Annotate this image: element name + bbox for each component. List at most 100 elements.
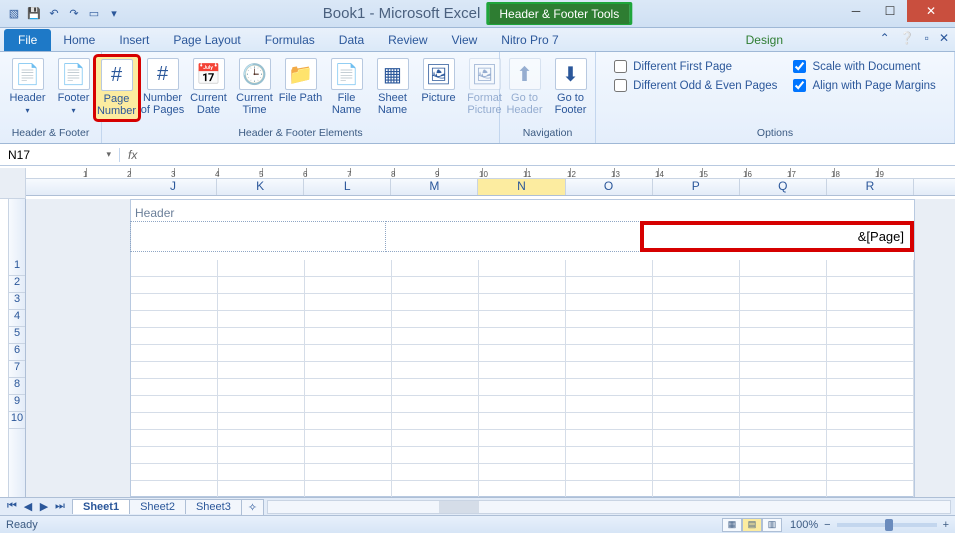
select-all-corner[interactable] [0, 168, 26, 199]
cell[interactable] [218, 345, 305, 362]
cell[interactable] [653, 481, 740, 497]
file-name-button[interactable]: 📄File Name [325, 56, 369, 118]
cell[interactable] [305, 481, 392, 497]
cell[interactable] [827, 464, 914, 481]
cell[interactable] [653, 345, 740, 362]
cell[interactable] [566, 396, 653, 413]
tab-formulas[interactable]: Formulas [253, 29, 327, 51]
row-header-9[interactable]: 9 [9, 395, 25, 412]
header-center-section[interactable] [385, 221, 641, 252]
cell[interactable] [827, 430, 914, 447]
row-header-4[interactable]: 4 [9, 310, 25, 327]
page-canvas[interactable]: Header &[Page] [26, 199, 955, 497]
cell[interactable] [566, 413, 653, 430]
row-header-6[interactable]: 6 [9, 344, 25, 361]
cell[interactable] [218, 447, 305, 464]
tab-design[interactable]: Design [734, 29, 795, 51]
cell[interactable] [566, 379, 653, 396]
sheet-tab-2[interactable]: Sheet2 [129, 499, 186, 514]
cell[interactable] [305, 379, 392, 396]
cell[interactable] [305, 294, 392, 311]
cell[interactable] [392, 345, 479, 362]
col-header-R[interactable]: R [827, 179, 914, 195]
cell[interactable] [305, 362, 392, 379]
cell[interactable] [392, 464, 479, 481]
check-different-first[interactable]: Different First Page [614, 60, 777, 73]
cell[interactable] [653, 464, 740, 481]
cell-grid[interactable] [131, 260, 914, 496]
cell[interactable] [479, 396, 566, 413]
col-header-Q[interactable]: Q [740, 179, 827, 195]
page-number-button[interactable]: #Page Number [95, 56, 139, 120]
cell[interactable] [392, 481, 479, 497]
cell[interactable] [479, 328, 566, 345]
row-header-7[interactable]: 7 [9, 361, 25, 378]
cell[interactable] [653, 362, 740, 379]
cell[interactable] [653, 430, 740, 447]
open-icon[interactable]: ▾ [106, 6, 122, 22]
sheet-name-button[interactable]: ▦Sheet Name [371, 56, 415, 118]
cell[interactable] [566, 430, 653, 447]
cell[interactable] [566, 328, 653, 345]
cell[interactable] [827, 311, 914, 328]
cell[interactable] [653, 294, 740, 311]
name-box[interactable]: N17▾ [0, 148, 120, 162]
help-icon[interactable]: ❔ [900, 31, 915, 45]
last-sheet-button[interactable]: ⏭ [52, 500, 68, 513]
tab-file[interactable]: File [4, 29, 51, 51]
cell[interactable] [566, 362, 653, 379]
cell[interactable] [479, 345, 566, 362]
cell[interactable] [479, 294, 566, 311]
col-header-N[interactable]: N [478, 179, 565, 195]
cell[interactable] [131, 362, 218, 379]
cell[interactable] [827, 345, 914, 362]
cell[interactable] [131, 379, 218, 396]
cell[interactable] [653, 260, 740, 277]
cell[interactable] [479, 260, 566, 277]
cell[interactable] [479, 413, 566, 430]
cell[interactable] [305, 277, 392, 294]
tab-review[interactable]: Review [376, 29, 439, 51]
cell[interactable] [566, 294, 653, 311]
save-icon[interactable]: 💾 [26, 6, 42, 22]
cell[interactable] [218, 396, 305, 413]
current-time-button[interactable]: 🕒Current Time [233, 56, 277, 118]
cell[interactable] [392, 362, 479, 379]
row-header-10[interactable]: 10 [9, 412, 25, 429]
cell[interactable] [479, 430, 566, 447]
cell[interactable] [653, 328, 740, 345]
cell[interactable] [305, 311, 392, 328]
cell[interactable] [566, 481, 653, 497]
cell[interactable] [131, 277, 218, 294]
cell[interactable] [392, 260, 479, 277]
cell[interactable] [305, 328, 392, 345]
row-header-1[interactable]: 1 [9, 259, 25, 276]
cell[interactable] [566, 464, 653, 481]
col-header-M[interactable]: M [391, 179, 478, 195]
current-date-button[interactable]: 📅Current Date [187, 56, 231, 118]
cell[interactable] [392, 396, 479, 413]
cell[interactable] [305, 464, 392, 481]
tab-view[interactable]: View [440, 29, 490, 51]
minimize-ribbon-icon[interactable]: ⌃ [880, 31, 890, 45]
tab-data[interactable]: Data [327, 29, 376, 51]
cell[interactable] [827, 328, 914, 345]
tab-insert[interactable]: Insert [107, 29, 161, 51]
cell[interactable] [131, 396, 218, 413]
cell[interactable] [827, 294, 914, 311]
tab-nitro[interactable]: Nitro Pro 7 [489, 29, 570, 51]
cell[interactable] [131, 447, 218, 464]
picture-button[interactable]: 🖼Picture [417, 56, 461, 106]
close-workbook-icon[interactable]: ✕ [939, 31, 949, 45]
header-left-section[interactable] [130, 221, 386, 252]
check-align-margins[interactable]: Align with Page Margins [793, 79, 935, 92]
cell[interactable] [392, 413, 479, 430]
zoom-slider[interactable] [837, 523, 937, 527]
cell[interactable] [218, 277, 305, 294]
cell[interactable] [218, 311, 305, 328]
cell[interactable] [218, 464, 305, 481]
cell[interactable] [740, 396, 827, 413]
sheet-tab-3[interactable]: Sheet3 [185, 499, 242, 514]
cell[interactable] [131, 430, 218, 447]
cell[interactable] [740, 481, 827, 497]
